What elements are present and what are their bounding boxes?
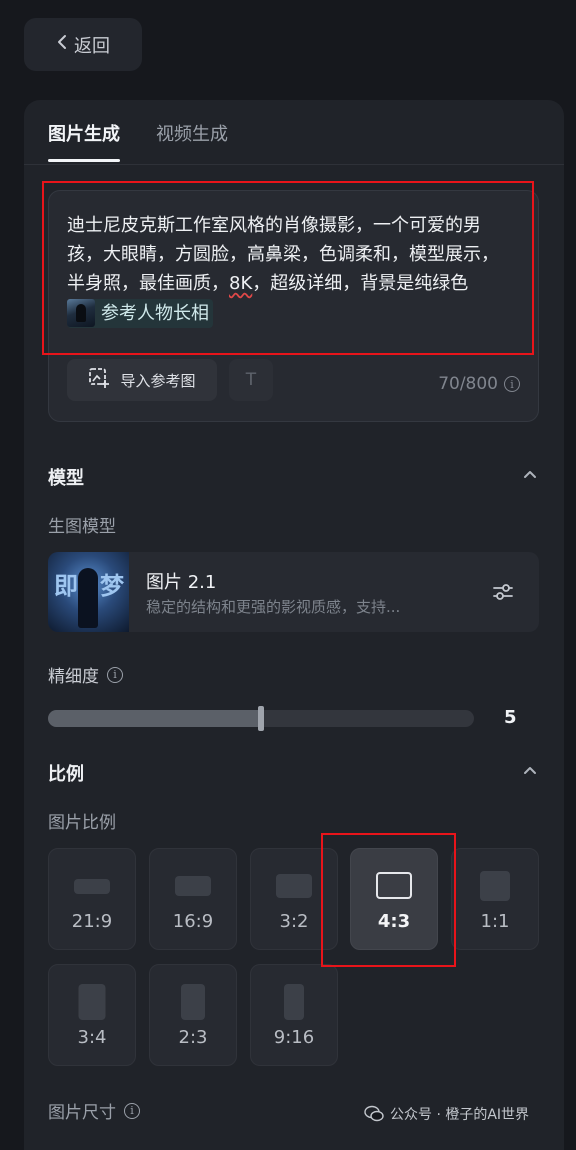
ratio-label: 21:9 (71, 911, 113, 932)
chevron-up-icon[interactable] (520, 464, 540, 484)
size-label: 图片尺寸 i (48, 1098, 140, 1123)
text-format-icon: T (245, 370, 257, 390)
chevron-left-icon (56, 34, 68, 55)
ratio-2-3-icon (181, 984, 205, 1020)
ratio-sub-label: 图片比例 (48, 808, 116, 833)
ratio-21-9-icon (74, 879, 110, 894)
thumb-glyph-right: 梦 (100, 572, 124, 600)
ratio-option-16-9[interactable]: 16:9 (149, 848, 237, 950)
import-reference-label: 导入参考图 (120, 371, 196, 390)
ratio-label: 16:9 (172, 911, 214, 932)
generation-panel: 图片生成 视频生成 迪士尼皮克斯工作室风格的肖像摄影，一个可爱的男孩，大眼睛，方… (24, 100, 564, 1150)
tab-divider (24, 164, 564, 165)
slider-handle[interactable] (258, 706, 264, 731)
ratio-option-2-3[interactable]: 2:3 (149, 964, 237, 1066)
model-sub-label-text: 生图模型 (48, 517, 116, 537)
character-counter: 70/800 i (438, 374, 520, 394)
ratio-label: 3:4 (77, 1027, 107, 1048)
size-label-text: 图片尺寸 (48, 1103, 116, 1123)
highlight-frame-prompt (42, 181, 534, 355)
character-count-value: 70/800 (438, 374, 498, 394)
ratio-3-2-icon (276, 874, 312, 898)
ratio-option-1-1[interactable]: 1:1 (451, 848, 539, 950)
back-label: 返回 (74, 35, 110, 57)
model-description: 稳定的结构和更强的影视质感，支持... (146, 598, 401, 616)
thumb-figure (78, 568, 98, 628)
detail-label-text: 精细度 (48, 667, 99, 687)
detail-value: 5 (504, 707, 517, 728)
tab-video-generation[interactable]: 视频生成 (156, 120, 228, 162)
wechat-icon (364, 1105, 384, 1123)
info-icon[interactable]: i (107, 666, 123, 683)
info-icon[interactable]: i (124, 1102, 140, 1119)
chevron-up-icon[interactable] (520, 760, 540, 780)
ratio-label: 1:1 (480, 911, 510, 932)
ratio-option-9-16[interactable]: 9:16 (250, 964, 338, 1066)
tab-image-generation[interactable]: 图片生成 (48, 120, 120, 162)
text-format-button[interactable]: T (229, 359, 273, 401)
model-name: 图片 2.1 (146, 572, 217, 593)
highlight-frame-ratio (321, 833, 456, 967)
ratio-16-9-icon (175, 876, 211, 896)
ratio-sub-label-text: 图片比例 (48, 813, 116, 833)
ratio-option-21-9[interactable]: 21:9 (48, 848, 136, 950)
ratio-section-title: 比例 (48, 764, 84, 785)
model-thumbnail: 即 梦 (48, 552, 129, 632)
sliders-icon[interactable] (491, 580, 515, 604)
image-add-icon (88, 367, 110, 393)
slider-fill (48, 710, 261, 727)
import-reference-button[interactable]: 导入参考图 (67, 359, 217, 401)
back-button[interactable]: 返回 (24, 18, 142, 71)
detail-label: 精细度 i (48, 662, 123, 687)
watermark-text: 公众号 · 橙子的AI世界 (390, 1107, 530, 1123)
tab-bar: 图片生成 视频生成 (48, 120, 228, 162)
model-section-title: 模型 (48, 468, 84, 489)
ratio-3-4-icon (78, 984, 106, 1020)
ratio-option-3-4[interactable]: 3:4 (48, 964, 136, 1066)
model-sub-label: 生图模型 (48, 512, 116, 537)
ratio-1-1-icon (480, 871, 510, 901)
watermark: 公众号 · 橙子的AI世界 (364, 1104, 529, 1124)
thumb-glyph-left: 即 (54, 572, 78, 600)
info-icon[interactable]: i (504, 376, 520, 392)
ratio-label: 9:16 (273, 1027, 315, 1048)
ratio-label: 2:3 (178, 1027, 208, 1048)
ratio-9-16-icon (284, 984, 304, 1020)
model-card[interactable]: 即 梦 图片 2.1 稳定的结构和更强的影视质感，支持... (48, 552, 539, 632)
